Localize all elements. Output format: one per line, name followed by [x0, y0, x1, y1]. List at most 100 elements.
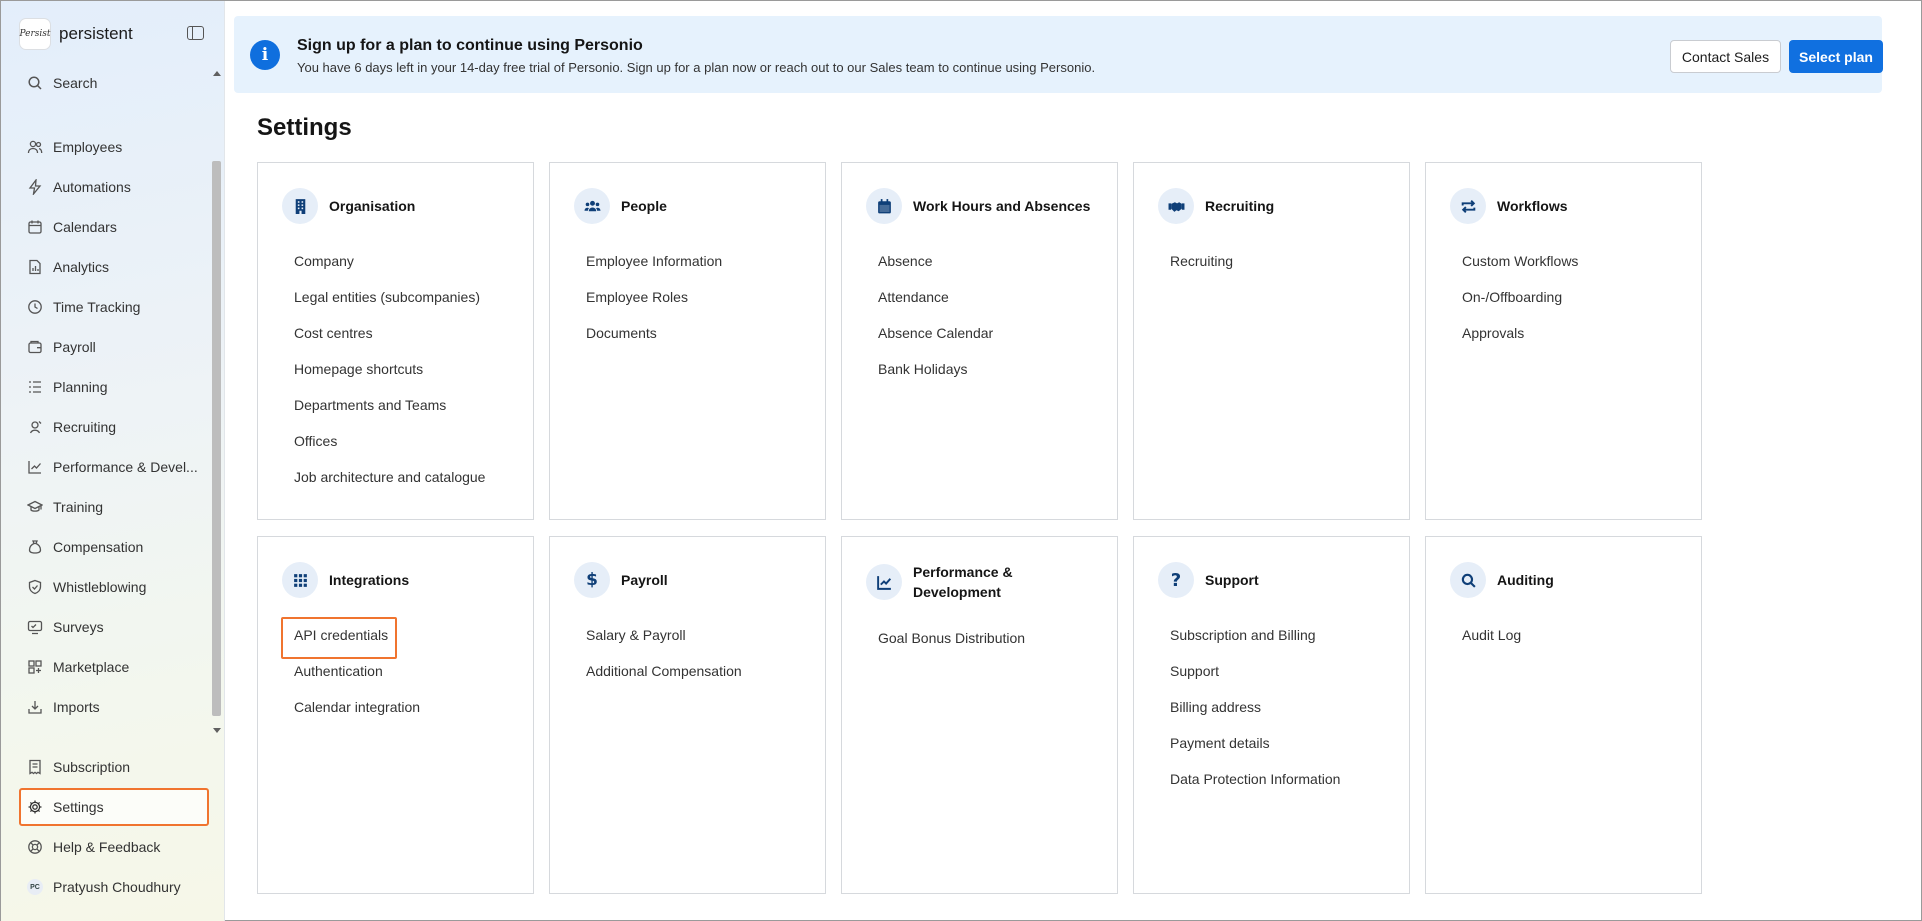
brand[interactable]: Persist persistent [19, 18, 133, 50]
sidebar-item-time-tracking[interactable]: Time Tracking [19, 290, 207, 324]
clock-icon [27, 299, 43, 315]
settings-link-billing-address[interactable]: Billing address [1170, 699, 1340, 735]
dollar-icon: $ [574, 562, 610, 598]
settings-link-departments-teams[interactable]: Departments and Teams [294, 397, 485, 433]
settings-link-documents[interactable]: Documents [586, 325, 722, 361]
sidebar-search[interactable]: Search [19, 66, 207, 100]
card-title: Performance & Development [913, 564, 1013, 600]
grid-icon [282, 562, 318, 598]
sidebar-item-settings[interactable]: Settings [19, 788, 209, 826]
info-icon: i [250, 40, 280, 70]
sidebar-item-subscription[interactable]: Subscription [19, 750, 207, 784]
banner-title: Sign up for a plan to continue using Per… [297, 37, 643, 54]
contact-sales-button[interactable]: Contact Sales [1670, 40, 1781, 73]
people-icon [27, 139, 43, 155]
settings-link-company[interactable]: Company [294, 253, 485, 289]
settings-link-employee-information[interactable]: Employee Information [586, 253, 722, 289]
wallet-icon [27, 339, 43, 355]
settings-card-auditing: Auditing Audit Log [1425, 536, 1702, 894]
sidebar-item-analytics[interactable]: Analytics [19, 250, 207, 284]
sidebar-item-compensation[interactable]: Compensation [19, 530, 207, 564]
sidebar-item-surveys[interactable]: Surveys [19, 610, 207, 644]
sidebar-item-performance[interactable]: Performance & Devel... [19, 450, 207, 484]
settings-link-subscription-billing[interactable]: Subscription and Billing [1170, 627, 1340, 663]
settings-link-additional-compensation[interactable]: Additional Compensation [586, 663, 742, 699]
settings-link-payment-details[interactable]: Payment details [1170, 735, 1340, 771]
sidebar-item-label: Subscription [53, 759, 131, 775]
settings-link-attendance[interactable]: Attendance [878, 289, 993, 325]
sidebar-item-planning[interactable]: Planning [19, 370, 207, 404]
sidebar-item-label: Analytics [53, 259, 110, 275]
sidebar-scrollbar[interactable] [211, 67, 222, 735]
gear-icon [27, 799, 43, 815]
scrollbar-thumb[interactable] [212, 161, 221, 716]
lifebuoy-icon [27, 839, 43, 855]
company-logo: Persist [19, 18, 51, 50]
settings-card-performance: Performance & Development Goal Bonus Dis… [841, 536, 1118, 894]
settings-link-goal-bonus[interactable]: Goal Bonus Distribution [878, 630, 1025, 666]
calendar-icon [866, 188, 902, 224]
sidebar-item-label: Training [53, 499, 104, 515]
settings-link-salary-payroll[interactable]: Salary & Payroll [586, 627, 742, 663]
sidebar-item-label: Imports [53, 699, 100, 715]
document-chart-icon [27, 259, 43, 275]
scroll-up-icon[interactable] [213, 71, 221, 76]
settings-link-data-protection[interactable]: Data Protection Information [1170, 771, 1340, 807]
sidebar-item-label: Time Tracking [53, 299, 141, 315]
sidebar-item-label: Calendars [53, 219, 117, 235]
settings-link-recruiting[interactable]: Recruiting [1170, 253, 1233, 289]
grid-plus-icon [27, 659, 43, 675]
sidebar-item-automations[interactable]: Automations [19, 170, 207, 204]
sidebar-item-training[interactable]: Training [19, 490, 207, 524]
sidebar-item-recruiting[interactable]: Recruiting [19, 410, 207, 444]
sidebar-item-profile[interactable]: PC Pratyush Choudhury [19, 870, 207, 904]
sidebar-item-label: Marketplace [53, 659, 130, 675]
settings-link-offices[interactable]: Offices [294, 433, 485, 469]
settings-link-employee-roles[interactable]: Employee Roles [586, 289, 722, 325]
settings-link-approvals[interactable]: Approvals [1462, 325, 1578, 361]
calendar-icon [27, 219, 43, 235]
question-icon: ? [1158, 562, 1194, 598]
sidebar-item-label: Employees [53, 139, 123, 155]
chart-line-icon [27, 459, 43, 475]
lightning-icon [27, 179, 43, 195]
settings-link-job-architecture[interactable]: Job architecture and catalogue [294, 469, 485, 505]
sidebar-item-help[interactable]: Help & Feedback [19, 830, 207, 864]
sidebar-item-label: Performance & Devel... [53, 459, 198, 475]
sidebar-item-calendars[interactable]: Calendars [19, 210, 207, 244]
profile-name: Pratyush Choudhury [53, 879, 181, 895]
sidebar-item-whistleblowing[interactable]: Whistleblowing [19, 570, 207, 604]
scroll-down-icon[interactable] [213, 728, 221, 733]
settings-link-cost-centres[interactable]: Cost centres [294, 325, 485, 361]
select-plan-button[interactable]: Select plan [1789, 40, 1883, 73]
settings-link-authentication[interactable]: Authentication [294, 663, 420, 699]
sidebar-item-marketplace[interactable]: Marketplace [19, 650, 207, 684]
settings-link-audit-log[interactable]: Audit Log [1462, 627, 1521, 663]
settings-link-calendar-integration[interactable]: Calendar integration [294, 699, 420, 735]
settings-link-support[interactable]: Support [1170, 663, 1340, 699]
settings-card-organisation: Organisation Company Legal entities (sub… [257, 162, 534, 520]
settings-link-legal-entities[interactable]: Legal entities (subcompanies) [294, 289, 485, 325]
people-group-icon [574, 188, 610, 224]
settings-link-custom-workflows[interactable]: Custom Workflows [1462, 253, 1578, 289]
settings-link-absence[interactable]: Absence [878, 253, 993, 289]
chart-line-icon [866, 564, 902, 600]
settings-card-workflows: Workflows Custom Workflows On-/Offboardi… [1425, 162, 1702, 520]
settings-link-onboarding[interactable]: On-/Offboarding [1462, 289, 1578, 325]
download-box-icon [27, 699, 43, 715]
sidebar-item-label: Settings [53, 799, 104, 815]
sidebar-item-imports[interactable]: Imports [19, 690, 207, 724]
sidebar-toggle-icon[interactable] [187, 26, 204, 40]
settings-link-bank-holidays[interactable]: Bank Holidays [878, 361, 993, 397]
sidebar-item-employees[interactable]: Employees [19, 130, 207, 164]
sidebar-item-payroll[interactable]: Payroll [19, 330, 207, 364]
settings-link-absence-calendar[interactable]: Absence Calendar [878, 325, 993, 361]
sidebar-item-label: Payroll [53, 339, 96, 355]
trial-banner: i Sign up for a plan to continue using P… [234, 16, 1883, 93]
settings-link-api-credentials[interactable]: API credentials [281, 617, 420, 663]
sidebar-item-label: Surveys [53, 619, 104, 635]
card-title: Recruiting [1205, 198, 1275, 214]
card-title: Organisation [329, 198, 416, 214]
settings-link-homepage-shortcuts[interactable]: Homepage shortcuts [294, 361, 485, 397]
settings-card-recruiting: Recruiting Recruiting [1133, 162, 1410, 520]
